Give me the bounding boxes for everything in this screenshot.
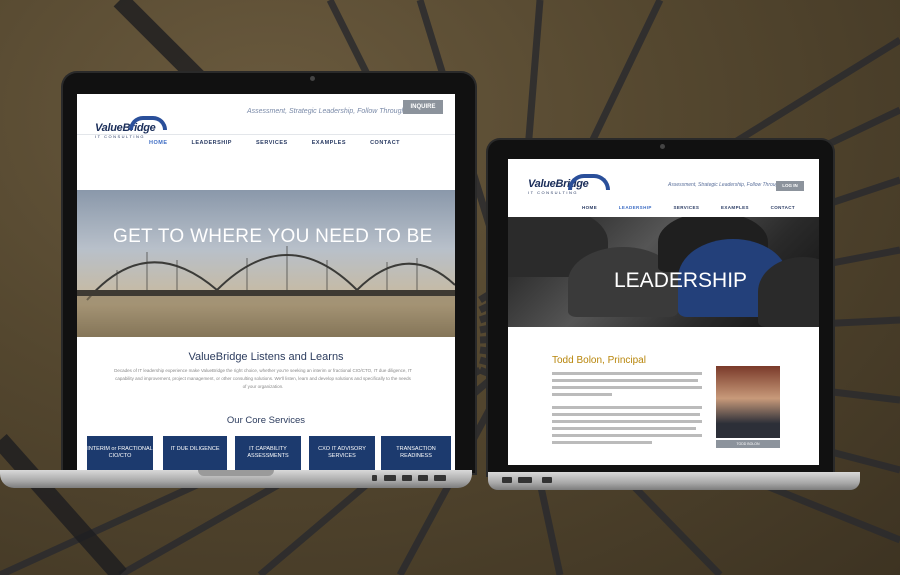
nav-examples[interactable]: EXAMPLES xyxy=(312,140,346,146)
service-card-transaction[interactable]: TRANSACTION READINESS xyxy=(381,436,451,470)
laptop-right-screen: ValueBridge IT CONSULTING Assessment, St… xyxy=(508,159,819,465)
nav-contact[interactable]: CONTACT xyxy=(370,140,400,146)
laptop-right-base xyxy=(488,472,860,490)
port-icon xyxy=(418,475,428,481)
nav-services[interactable]: SERVICES xyxy=(256,140,288,146)
header-divider xyxy=(77,134,455,135)
header-tagline: Assessment, Strategic Leadership, Follow… xyxy=(668,182,782,188)
port-icon xyxy=(542,477,552,483)
photo-caption: TODD BOLON xyxy=(716,440,780,448)
nav-services[interactable]: SERVICES xyxy=(673,205,699,210)
hero-title: LEADERSHIP xyxy=(614,269,748,292)
bridge-logo-icon xyxy=(129,116,167,130)
login-button[interactable]: LOG IN xyxy=(776,181,804,191)
logo[interactable]: ValueBridge IT CONSULTING xyxy=(95,116,167,139)
service-card-capability[interactable]: IT CAPABILITY ASSESSMENTS xyxy=(235,436,301,470)
trackpad-notch xyxy=(198,470,274,476)
port-icon xyxy=(502,477,512,483)
portrait-photo xyxy=(716,366,780,438)
inquire-button[interactable]: INQUIRE xyxy=(403,100,443,114)
port-icon xyxy=(402,475,412,481)
laptop-right: ValueBridge IT CONSULTING Assessment, St… xyxy=(488,140,833,475)
nav-home[interactable]: HOME xyxy=(582,205,597,210)
core-services-heading: Our Core Services xyxy=(226,415,306,426)
port-icon xyxy=(518,477,532,483)
logo[interactable]: ValueBridge IT CONSULTING xyxy=(528,174,610,195)
camera xyxy=(310,76,315,81)
laptop-left: Assessment, Strategic Leadership, Follow… xyxy=(63,73,475,473)
hero-banner: LEADERSHIP xyxy=(508,217,819,327)
bridge-image xyxy=(77,246,455,337)
nav-home[interactable]: HOME xyxy=(149,140,168,146)
hero-banner: GET TO WHERE YOU NEED TO BE xyxy=(77,190,455,337)
person-name: Todd Bolon, Principal xyxy=(552,355,646,366)
port-icon xyxy=(384,475,396,481)
main-nav: HOME LEADERSHIP SERVICES EXAMPLES CONTAC… xyxy=(149,140,422,146)
camera xyxy=(660,144,665,149)
laptop-left-screen: Assessment, Strategic Leadership, Follow… xyxy=(77,94,455,470)
service-card-advisory[interactable]: CXO IT ADVISORY SERVICES xyxy=(309,436,375,470)
nav-leadership[interactable]: LEADERSHIP xyxy=(192,140,232,146)
service-card-interim[interactable]: INTERIM or FRACTIONAL CIO/CTO xyxy=(87,436,153,470)
section-heading: ValueBridge Listens and Learns xyxy=(188,351,344,363)
port-icon xyxy=(372,475,377,481)
hero-title: GET TO WHERE YOU NEED TO BE xyxy=(113,226,433,247)
intro-paragraph: Decades of IT leadership experience make… xyxy=(114,368,412,389)
main-nav: HOME LEADERSHIP SERVICES EXAMPLES CONTAC… xyxy=(582,205,815,210)
bio-text xyxy=(552,372,704,448)
bridge-logo-icon xyxy=(568,174,610,190)
header-tagline: Assessment, Strategic Leadership, Follow… xyxy=(247,108,406,115)
nav-contact[interactable]: CONTACT xyxy=(771,205,795,210)
nav-examples[interactable]: EXAMPLES xyxy=(721,205,749,210)
service-card-due-diligence[interactable]: IT DUE DILIGENCE xyxy=(163,436,227,470)
port-icon xyxy=(434,475,446,481)
nav-leadership[interactable]: LEADERSHIP xyxy=(619,205,652,210)
laptop-left-base xyxy=(0,470,472,488)
